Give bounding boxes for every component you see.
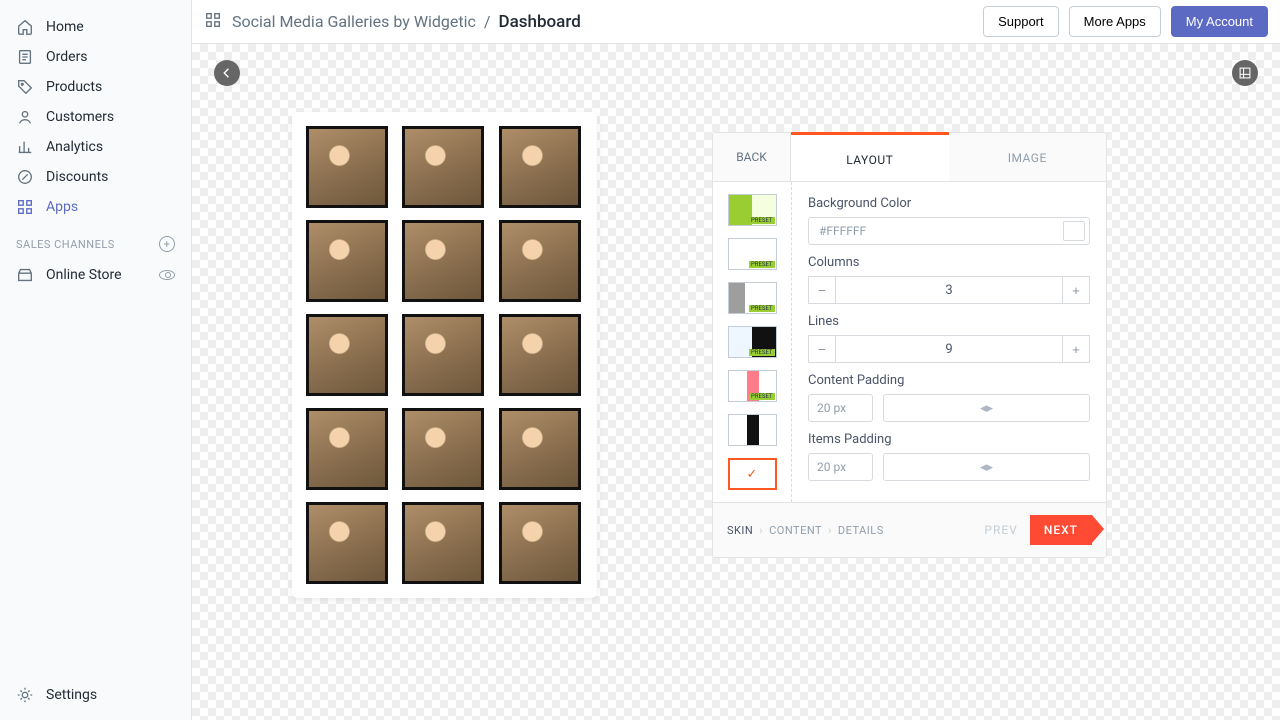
preset-swatch[interactable]: PRESET bbox=[728, 326, 777, 358]
gallery-thumb[interactable] bbox=[402, 220, 484, 302]
content-padding-slider[interactable]: ◂▸ bbox=[883, 394, 1090, 422]
editor-canvas: BACK LAYOUT IMAGE PRESET PRESET PRESET P… bbox=[192, 44, 1280, 720]
preset-swatch[interactable]: PRESET bbox=[728, 282, 777, 314]
gallery-thumb[interactable] bbox=[499, 314, 581, 396]
columns-stepper: − 3 + bbox=[808, 276, 1090, 304]
sidebar-label: Home bbox=[46, 19, 84, 35]
gallery-thumb[interactable] bbox=[306, 126, 388, 208]
gallery-thumb[interactable] bbox=[402, 502, 484, 584]
sidebar-item-online-store[interactable]: Online Store bbox=[0, 260, 191, 290]
prev-button[interactable]: PREV bbox=[984, 523, 1017, 537]
increment-button[interactable]: + bbox=[1062, 276, 1090, 304]
sidebar-item-analytics[interactable]: Analytics bbox=[0, 132, 191, 162]
sidebar-item-discounts[interactable]: Discounts bbox=[0, 162, 191, 192]
gallery-thumb[interactable] bbox=[306, 408, 388, 490]
tag-icon bbox=[16, 78, 34, 96]
more-apps-button[interactable]: More Apps bbox=[1069, 6, 1161, 37]
bg-color-input[interactable]: #FFFFFF bbox=[808, 217, 1090, 245]
gallery-thumb[interactable] bbox=[306, 314, 388, 396]
items-padding-label: Items Padding bbox=[808, 432, 1090, 447]
step-details[interactable]: DETAILS bbox=[838, 524, 884, 537]
apps-icon bbox=[204, 11, 222, 33]
breadcrumb-page: Dashboard bbox=[499, 12, 581, 32]
gallery-thumb[interactable] bbox=[499, 502, 581, 584]
sidebar-label: Settings bbox=[46, 687, 97, 703]
sidebar-item-customers[interactable]: Customers bbox=[0, 102, 191, 132]
sidebar-label: Customers bbox=[46, 109, 114, 125]
analytics-icon bbox=[16, 138, 34, 156]
topbar: Social Media Galleries by Widgetic / Das… bbox=[192, 0, 1280, 44]
tab-layout[interactable]: LAYOUT bbox=[791, 132, 949, 181]
gallery-thumb[interactable] bbox=[402, 126, 484, 208]
gear-icon bbox=[16, 686, 34, 704]
gallery-thumb[interactable] bbox=[306, 220, 388, 302]
step-content[interactable]: CONTENT bbox=[769, 524, 822, 537]
items-padding-slider[interactable]: ◂▸ bbox=[883, 453, 1090, 481]
sidebar-item-apps[interactable]: Apps bbox=[0, 192, 191, 222]
orders-icon bbox=[16, 48, 34, 66]
add-channel-icon[interactable]: + bbox=[159, 236, 175, 252]
user-icon bbox=[16, 108, 34, 126]
tab-image[interactable]: IMAGE bbox=[949, 133, 1107, 181]
color-swatch[interactable] bbox=[1063, 221, 1085, 241]
sidebar-label: Online Store bbox=[46, 267, 122, 283]
items-padding-input[interactable]: 20 px bbox=[808, 453, 873, 481]
decrement-button[interactable]: − bbox=[808, 335, 836, 363]
preset-swatch[interactable]: PRESET bbox=[728, 194, 777, 226]
columns-value[interactable]: 3 bbox=[836, 276, 1062, 304]
sidebar-label: Apps bbox=[46, 199, 78, 215]
gallery-thumb[interactable] bbox=[402, 314, 484, 396]
expand-button[interactable] bbox=[1232, 60, 1258, 86]
preset-swatch[interactable]: PRESET bbox=[728, 238, 777, 270]
sidebar: Home Orders Products Customers Analytics… bbox=[0, 0, 192, 720]
bg-color-label: Background Color bbox=[808, 196, 1090, 211]
sidebar-label: Discounts bbox=[46, 169, 108, 185]
back-button[interactable] bbox=[214, 60, 240, 86]
lines-value[interactable]: 9 bbox=[836, 335, 1062, 363]
section-label: SALES CHANNELS bbox=[16, 238, 115, 251]
sidebar-section: SALES CHANNELS + bbox=[0, 222, 191, 260]
preset-column: PRESET PRESET PRESET PRESET PRESET ✓ bbox=[713, 182, 792, 502]
panel-footer: SKIN › CONTENT › DETAILS PREV NEXT bbox=[713, 502, 1106, 557]
home-icon bbox=[16, 18, 34, 36]
apps-icon bbox=[16, 198, 34, 216]
preset-swatch[interactable]: PRESET bbox=[728, 370, 777, 402]
preset-swatch-selected[interactable]: ✓ bbox=[728, 458, 777, 490]
sidebar-item-orders[interactable]: Orders bbox=[0, 42, 191, 72]
breadcrumb-app[interactable]: Social Media Galleries by Widgetic bbox=[232, 12, 476, 31]
sidebar-label: Analytics bbox=[46, 139, 103, 155]
support-button[interactable]: Support bbox=[983, 6, 1059, 37]
lines-label: Lines bbox=[808, 314, 1090, 329]
store-icon bbox=[16, 266, 34, 284]
decrement-button[interactable]: − bbox=[808, 276, 836, 304]
discount-icon bbox=[16, 168, 34, 186]
gallery-thumb[interactable] bbox=[499, 408, 581, 490]
gallery-thumb[interactable] bbox=[306, 502, 388, 584]
panel-back-button[interactable]: BACK bbox=[713, 133, 791, 181]
sidebar-label: Orders bbox=[46, 49, 88, 65]
content-padding-label: Content Padding bbox=[808, 373, 1090, 388]
preset-swatch[interactable] bbox=[728, 414, 777, 446]
breadcrumb: Social Media Galleries by Widgetic / Das… bbox=[232, 12, 581, 32]
content-padding-input[interactable]: 20 px bbox=[808, 394, 873, 422]
columns-label: Columns bbox=[808, 255, 1090, 270]
my-account-button[interactable]: My Account bbox=[1171, 6, 1268, 37]
gallery-thumb[interactable] bbox=[499, 126, 581, 208]
sidebar-item-home[interactable]: Home bbox=[0, 12, 191, 42]
gallery-preview bbox=[292, 112, 597, 598]
breadcrumb-sep: / bbox=[484, 12, 491, 31]
sidebar-item-settings[interactable]: Settings bbox=[0, 680, 191, 720]
step-skin[interactable]: SKIN bbox=[727, 524, 753, 537]
gallery-thumb[interactable] bbox=[402, 408, 484, 490]
sidebar-label: Products bbox=[46, 79, 102, 95]
next-button[interactable]: NEXT bbox=[1030, 515, 1092, 545]
settings-panel: BACK LAYOUT IMAGE PRESET PRESET PRESET P… bbox=[712, 132, 1107, 558]
visibility-icon[interactable] bbox=[159, 270, 175, 280]
gallery-thumb[interactable] bbox=[499, 220, 581, 302]
increment-button[interactable]: + bbox=[1062, 335, 1090, 363]
sidebar-item-products[interactable]: Products bbox=[0, 72, 191, 102]
lines-stepper: − 9 + bbox=[808, 335, 1090, 363]
